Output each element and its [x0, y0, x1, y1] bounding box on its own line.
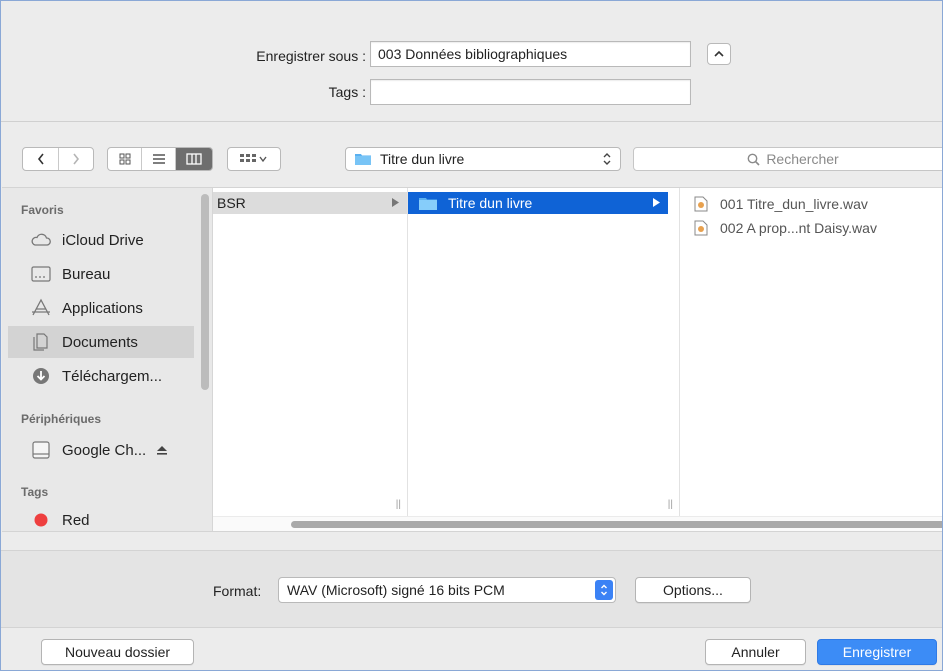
format-area: Format: WAV (Microsoft) signé 16 bits PC… [1, 550, 942, 628]
popup-arrows-icon [601, 584, 607, 596]
column-view-button[interactable] [176, 148, 212, 170]
cloud-icon [31, 233, 51, 246]
drive-icon [32, 441, 50, 459]
sidebar-item-bureau[interactable]: Bureau [8, 258, 194, 290]
tags-label: Tags : [328, 84, 366, 100]
disclosure-arrow-icon [653, 198, 660, 207]
chevron-right-icon [73, 153, 80, 165]
file-item[interactable]: 002 A prop...nt Daisy.wav [694, 218, 877, 238]
file-item[interactable]: 001 Titre_dun_livre.wav [694, 194, 868, 214]
arrange-button[interactable] [227, 147, 281, 171]
file-browser: Favoris iCloud Drive Bureau Applications [2, 187, 942, 532]
column-resize-handle[interactable]: || [396, 499, 401, 510]
nav-buttons [22, 147, 94, 171]
column-item-bsr[interactable]: BSR [213, 192, 407, 214]
column-item-titre[interactable]: Titre dun livre [408, 192, 668, 214]
sidebar-item-label: Google Ch... [62, 441, 147, 459]
column-item-label: BSR [217, 195, 246, 211]
chevron-up-icon [714, 50, 724, 57]
red-tag-icon [34, 513, 48, 527]
grid-view-icon [119, 153, 130, 165]
forward-button[interactable] [59, 148, 93, 170]
options-button[interactable]: Options... [635, 577, 751, 603]
browser-column-3: 001 Titre_dun_livre.wav 002 A prop...nt … [680, 188, 942, 516]
column-resize-handle[interactable]: || [668, 499, 673, 510]
documents-icon [33, 333, 48, 351]
eject-icon[interactable] [156, 444, 168, 456]
save-as-input[interactable]: 003 Données bibliographiques [370, 41, 691, 67]
save-dialog: Enregistrer sous : 003 Données bibliogra… [0, 0, 943, 671]
back-button[interactable] [23, 148, 59, 170]
arrange-icon [240, 154, 267, 163]
sidebar-item-label: Documents [62, 333, 138, 351]
icon-view-button[interactable] [108, 148, 142, 170]
file-name: 002 A prop...nt Daisy.wav [720, 220, 877, 236]
column-item-label: Titre dun livre [448, 195, 533, 211]
disclosure-arrow-icon [392, 198, 399, 207]
tags-input[interactable] [370, 79, 691, 105]
tags-heading: Tags [21, 485, 49, 499]
applications-icon [32, 298, 50, 316]
sidebar-item-label: Applications [62, 299, 143, 317]
format-label: Format: [213, 583, 262, 599]
desktop-icon [31, 266, 51, 282]
chevron-left-icon [37, 153, 44, 165]
audio-file-icon [694, 196, 708, 212]
sidebar-item-label: iCloud Drive [62, 231, 144, 249]
file-name: 001 Titre_dun_livre.wav [720, 196, 868, 212]
format-stepper[interactable] [595, 580, 613, 600]
list-view-icon [152, 154, 165, 164]
top-separator [1, 121, 942, 122]
cancel-button[interactable]: Annuler [705, 639, 806, 665]
downloads-icon [33, 368, 49, 384]
search-field[interactable]: Rechercher [633, 147, 942, 171]
sidebar-item-label: Téléchargem... [62, 367, 163, 385]
sidebar: Favoris iCloud Drive Bureau Applications [2, 188, 213, 531]
sidebar-item-icloud[interactable]: iCloud Drive [8, 224, 194, 256]
sidebar-item-tag-red[interactable]: Red [8, 504, 194, 536]
sidebar-item-applications[interactable]: Applications [8, 292, 194, 324]
search-icon [747, 153, 760, 166]
sidebar-item-documents[interactable]: Documents [8, 326, 194, 358]
new-folder-button[interactable]: Nouveau dossier [41, 639, 194, 665]
devices-heading: Périphériques [21, 412, 102, 426]
browser-column-1: BSR || [213, 188, 408, 516]
save-button[interactable]: Enregistrer [817, 639, 937, 665]
sidebar-item-google-drive[interactable]: Google Ch... [8, 434, 194, 466]
sidebar-item-label: Red [62, 511, 90, 529]
format-popup[interactable]: WAV (Microsoft) signé 16 bits PCM [278, 577, 616, 603]
collapse-button[interactable] [707, 43, 731, 65]
favorites-heading: Favoris [21, 203, 64, 217]
browser-column-2: Titre dun livre || [408, 188, 680, 516]
location-popup[interactable]: Titre dun livre [345, 147, 621, 171]
format-value: WAV (Microsoft) signé 16 bits PCM [287, 582, 505, 598]
save-as-label: Enregistrer sous : [256, 48, 366, 64]
audio-file-icon [694, 220, 708, 236]
location-label: Titre dun livre [380, 151, 465, 167]
sidebar-item-label: Bureau [62, 265, 111, 283]
search-placeholder: Rechercher [766, 151, 839, 167]
popup-arrows-icon [603, 153, 611, 165]
folder-icon [355, 154, 371, 165]
list-view-button[interactable] [142, 148, 176, 170]
column-view-icon [186, 153, 202, 165]
horizontal-scrollbar[interactable] [213, 516, 942, 531]
sidebar-item-downloads[interactable]: Téléchargem... [8, 360, 194, 392]
view-switcher [107, 147, 213, 171]
folder-icon [419, 197, 437, 210]
horizontal-scrollbar-thumb[interactable] [291, 521, 942, 528]
sidebar-scrollbar[interactable] [201, 194, 209, 390]
